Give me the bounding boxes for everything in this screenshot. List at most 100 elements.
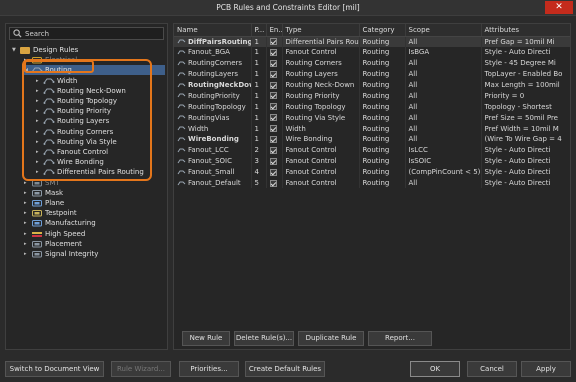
- tree-item-manufacturing[interactable]: ▸ Manufacturing: [24, 218, 165, 228]
- table-row[interactable]: RoutingTopology 1 Routing Topology Routing A…: [174, 101, 570, 113]
- column-header-enabled[interactable]: En...: [266, 24, 283, 37]
- cell-enabled[interactable]: [266, 90, 283, 102]
- table-row[interactable]: RoutingCorners 1 Routing Corners Routing All…: [174, 57, 570, 69]
- cell-enabled[interactable]: [266, 68, 283, 80]
- expand-arrow-icon[interactable]: ▸: [36, 137, 43, 147]
- expand-arrow-icon[interactable]: ▸: [36, 147, 43, 157]
- expand-arrow-icon[interactable]: ▸: [24, 229, 31, 239]
- expand-arrow-icon[interactable]: ▸: [36, 116, 43, 126]
- enabled-checkbox[interactable]: [269, 179, 277, 187]
- expand-arrow-icon[interactable]: ▸: [24, 55, 31, 65]
- cell-enabled[interactable]: [266, 155, 283, 167]
- ok-button[interactable]: OK: [410, 361, 460, 377]
- tree-item-plane[interactable]: ▸ Plane: [24, 198, 165, 208]
- cell-enabled[interactable]: [266, 166, 283, 178]
- enabled-checkbox[interactable]: [269, 157, 277, 165]
- tree-item-routing-via-style[interactable]: ▸ Routing Via Style: [36, 137, 165, 147]
- search-input[interactable]: [25, 28, 165, 39]
- table-row[interactable]: RoutingVias 1 Routing Via Style Routing All P…: [174, 112, 570, 124]
- enabled-checkbox[interactable]: [269, 70, 277, 78]
- tree-item-routing-priority[interactable]: ▸ Routing Priority: [36, 106, 165, 116]
- cell-enabled[interactable]: [266, 144, 283, 156]
- expand-arrow-icon[interactable]: ▸: [36, 76, 43, 86]
- expand-arrow-icon[interactable]: ▸: [24, 178, 31, 188]
- enabled-checkbox[interactable]: [269, 135, 277, 143]
- table-row[interactable]: RoutingNeckDown1 Routing Neck-DownRouting…: [174, 79, 570, 91]
- tree-item-wire-bonding[interactable]: ▸ Wire Bonding: [36, 157, 165, 167]
- expand-arrow-icon[interactable]: ▸: [24, 218, 31, 228]
- cell-enabled[interactable]: [266, 79, 283, 91]
- tree-item-signal-integrity[interactable]: ▸ Signal Integrity: [24, 249, 165, 259]
- expand-arrow-icon[interactable]: ▸: [24, 249, 31, 259]
- table-row[interactable]: RoutingPriority 1 Routing Priority Routing A…: [174, 90, 570, 102]
- expand-arrow-icon[interactable]: ◢: [24, 65, 31, 75]
- cell-enabled[interactable]: [266, 123, 283, 135]
- expand-arrow-icon[interactable]: ▸: [36, 167, 43, 177]
- enabled-checkbox[interactable]: [269, 59, 277, 67]
- expand-arrow-icon[interactable]: ▸: [24, 198, 31, 208]
- cell-enabled[interactable]: [266, 177, 283, 189]
- tree-item-testpoint[interactable]: ▸ Testpoint: [24, 208, 165, 218]
- tree-item-routing-layers[interactable]: ▸ Routing Layers: [36, 116, 165, 126]
- cell-enabled[interactable]: [266, 57, 283, 69]
- column-header-name[interactable]: Name: [174, 24, 252, 37]
- tree-item-width[interactable]: ▸ Width: [36, 76, 165, 86]
- rule-wizard-button[interactable]: Rule Wizard...: [111, 361, 171, 377]
- column-header-category[interactable]: Category: [359, 24, 406, 37]
- cell-enabled[interactable]: [266, 46, 283, 58]
- tree-item-routing[interactable]: ◢ Routing: [24, 65, 165, 76]
- table-row[interactable]: Fanout_SOIC 3 Fanout Control Routing IsSOIC S…: [174, 155, 570, 167]
- delete-rule-button[interactable]: Delete Rule(s)...: [234, 331, 294, 346]
- enabled-checkbox[interactable]: [269, 103, 277, 111]
- expand-arrow-icon[interactable]: ▸: [36, 127, 43, 137]
- expand-arrow-icon[interactable]: ▸: [24, 208, 31, 218]
- report-button[interactable]: Report...: [368, 331, 432, 346]
- enabled-checkbox[interactable]: [269, 146, 277, 154]
- expand-arrow-icon[interactable]: ▸: [36, 157, 43, 167]
- create-default-rules-button[interactable]: Create Default Rules: [245, 361, 325, 377]
- tree-item-differential-pairs-routing[interactable]: ▸ Differential Pairs Routing: [36, 167, 165, 177]
- table-row[interactable]: RoutingLayers 1 Routing Layers Routing All To…: [174, 68, 570, 80]
- tree-item-design-rules[interactable]: ▼ Design Rules: [12, 45, 165, 55]
- table-row[interactable]: Width 1 Width Routing All Pref Width = 10mil …: [174, 123, 570, 135]
- table-row[interactable]: WireBonding 1 Wire Bonding Routing All (Wire …: [174, 134, 570, 145]
- enabled-checkbox[interactable]: [269, 81, 277, 89]
- new-rule-button[interactable]: New Rule: [182, 331, 230, 346]
- cell-enabled[interactable]: [266, 134, 283, 145]
- search-box[interactable]: [9, 27, 165, 40]
- cell-enabled[interactable]: [266, 112, 283, 124]
- tree-item-high-speed[interactable]: ▸ High Speed: [24, 229, 165, 239]
- tree-item-routing-corners[interactable]: ▸ Routing Corners: [36, 127, 165, 137]
- tree-item-fanout-control[interactable]: ▸ Fanout Control: [36, 147, 165, 157]
- expand-arrow-icon[interactable]: ▸: [36, 86, 43, 96]
- cancel-button[interactable]: Cancel: [467, 361, 517, 377]
- table-row[interactable]: DiffPairsRouting 1 Differential Pairs Rout…: [174, 36, 570, 47]
- column-header-attributes[interactable]: Attributes: [481, 24, 570, 37]
- switch-to-document-view-button[interactable]: Switch to Document View: [5, 361, 104, 377]
- tree-item-electrical[interactable]: ▸ Electrical: [24, 55, 165, 65]
- enabled-checkbox[interactable]: [269, 38, 277, 46]
- tree-item-mask[interactable]: ▸ Mask: [24, 188, 165, 198]
- column-header-priority[interactable]: P...: [251, 24, 267, 37]
- enabled-checkbox[interactable]: [269, 168, 277, 176]
- tree-item-routing-neck-down[interactable]: ▸ Routing Neck-Down: [36, 86, 165, 96]
- apply-button[interactable]: Apply: [521, 361, 571, 377]
- duplicate-rule-button[interactable]: Duplicate Rule: [298, 331, 364, 346]
- enabled-checkbox[interactable]: [269, 48, 277, 56]
- table-row[interactable]: Fanout_Default 5 Fanout Control Routing All S…: [174, 177, 570, 189]
- table-row[interactable]: Fanout_Small 4 Fanout Control Routing (CompP…: [174, 166, 570, 178]
- tree-item-smt[interactable]: ▸ SMT: [24, 178, 165, 188]
- expand-arrow-icon[interactable]: ▸: [36, 106, 43, 116]
- expand-arrow-icon[interactable]: ▸: [36, 96, 43, 106]
- cell-enabled[interactable]: [266, 101, 283, 113]
- priorities-button[interactable]: Priorities...: [179, 361, 239, 377]
- enabled-checkbox[interactable]: [269, 125, 277, 133]
- expand-arrow-icon[interactable]: ▸: [24, 239, 31, 249]
- table-row[interactable]: Fanout_LCC 2 Fanout Control Routing IsLCC Sty…: [174, 144, 570, 156]
- close-button[interactable]: ✕: [545, 1, 573, 14]
- cell-enabled[interactable]: [266, 36, 283, 47]
- enabled-checkbox[interactable]: [269, 114, 277, 122]
- tree-item-placement[interactable]: ▸ Placement: [24, 239, 165, 249]
- table-row[interactable]: Fanout_BGA 1 Fanout Control Routing IsBGA Sty…: [174, 46, 570, 58]
- tree-item-routing-topology[interactable]: ▸ Routing Topology: [36, 96, 165, 106]
